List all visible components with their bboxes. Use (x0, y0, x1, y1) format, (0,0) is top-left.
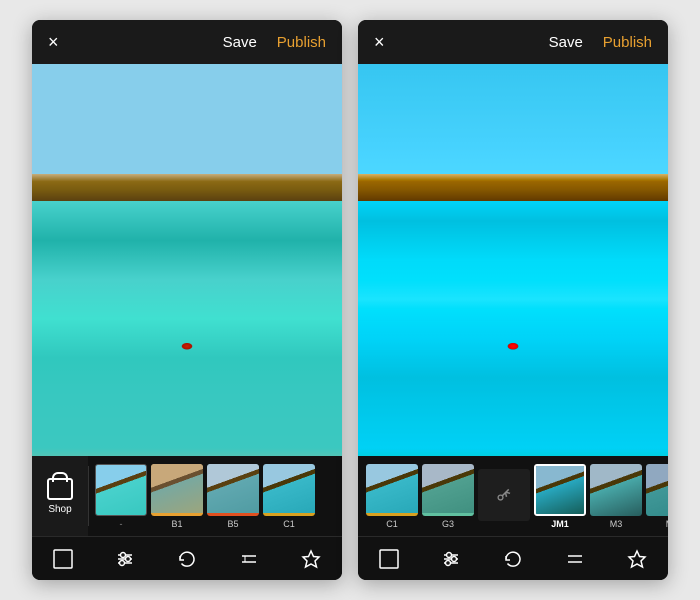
left-image-area (32, 64, 342, 456)
left-publish-button[interactable]: Publish (277, 34, 326, 51)
right-frame-tool[interactable] (373, 543, 405, 575)
left-shop-button[interactable]: Shop (32, 456, 88, 536)
left-top-bar: × Save Publish (32, 20, 342, 64)
filter-item-c1[interactable]: C1 (263, 464, 315, 529)
filter-item-none[interactable]: - (95, 464, 147, 529)
right-menu-tool[interactable] (559, 543, 591, 575)
left-menu-tool[interactable] (233, 543, 265, 575)
right-publish-button[interactable]: Publish (603, 34, 652, 51)
left-adjust-tool[interactable] (109, 543, 141, 575)
filter-item-m3[interactable]: M3 (590, 464, 642, 529)
filter-label-m5: M5 (666, 519, 668, 529)
filter-label-b5: B5 (227, 519, 238, 529)
filter-label-m3: M3 (610, 519, 623, 529)
filter-item-jm1[interactable]: JM1 (534, 464, 586, 529)
filter-label-c1-right: C1 (386, 519, 398, 529)
filter-item-b5[interactable]: B5 (207, 464, 259, 529)
right-top-bar: × Save Publish (358, 20, 668, 64)
filter-item-m5[interactable]: M5 (646, 464, 668, 529)
filter-item-g3[interactable]: G3 (422, 464, 474, 529)
right-panel: × Save Publish C1 G3 ⚷ (358, 20, 668, 580)
filter-label-jm1: JM1 (551, 519, 569, 529)
right-filter-strip: C1 G3 ⚷ JM1 M3 M5 (358, 456, 668, 536)
right-photo (358, 64, 668, 456)
shop-label: Shop (48, 504, 71, 515)
filter-item-key[interactable]: ⚷ (478, 469, 530, 524)
right-save-button[interactable]: Save (549, 34, 583, 51)
left-favorites-tool[interactable] (295, 543, 327, 575)
right-bottom-bar (358, 536, 668, 580)
right-image-area (358, 64, 668, 456)
left-panel: × Save Publish Shop - B1 B5 (32, 20, 342, 580)
filter-item-c1-right[interactable]: C1 (366, 464, 418, 529)
right-history-tool[interactable] (497, 543, 529, 575)
filter-label-g3: G3 (442, 519, 454, 529)
right-close-button[interactable]: × (374, 32, 385, 53)
filter-label-c1: C1 (283, 519, 295, 529)
right-favorites-tool[interactable] (621, 543, 653, 575)
left-save-button[interactable]: Save (223, 34, 257, 51)
right-header-actions: Save Publish (549, 34, 652, 51)
filter-item-b1[interactable]: B1 (151, 464, 203, 529)
left-header-actions: Save Publish (223, 34, 326, 51)
left-photo (32, 64, 342, 456)
right-adjust-tool[interactable] (435, 543, 467, 575)
shop-cart-icon (47, 478, 73, 500)
left-filter-items: - B1 B5 C1 (89, 464, 321, 529)
left-history-tool[interactable] (171, 543, 203, 575)
key-icon: ⚷ (492, 482, 516, 506)
left-filter-strip: Shop - B1 B5 C1 (32, 456, 342, 536)
left-frame-tool[interactable] (47, 543, 79, 575)
left-bottom-bar (32, 536, 342, 580)
filter-label-none: - (120, 519, 123, 529)
right-filter-items: C1 G3 ⚷ JM1 M3 M5 (358, 464, 668, 529)
left-close-button[interactable]: × (48, 32, 59, 53)
filter-label-b1: B1 (171, 519, 182, 529)
